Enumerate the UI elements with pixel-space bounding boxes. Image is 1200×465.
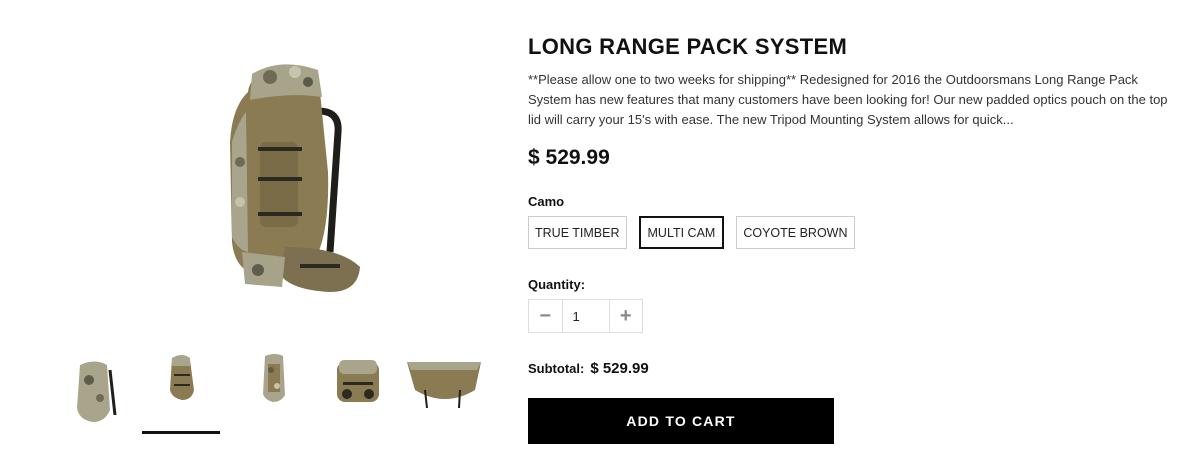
subtotal-row: Subtotal: $ 529.99: [528, 360, 1178, 377]
thumbnail-4[interactable]: [325, 350, 403, 428]
quantity-input[interactable]: [561, 300, 610, 332]
variant-true-timber[interactable]: TRUE TIMBER: [528, 216, 627, 249]
quantity-label: Quantity:: [528, 277, 586, 292]
subtotal-value: $ 529.99: [590, 360, 649, 377]
thumbnail-1[interactable]: [55, 350, 133, 428]
quantity-stepper: − +: [528, 299, 643, 333]
variant-multi-cam[interactable]: MULTI CAM: [638, 216, 725, 249]
product-description: **Please allow one to two weeks for ship…: [528, 72, 1168, 127]
thumbnail-image: [337, 360, 379, 402]
thumbnail-image: [263, 354, 285, 402]
quantity-decrease-button[interactable]: −: [529, 300, 562, 332]
product-gallery: [0, 0, 500, 465]
thumbnail-2[interactable]: [142, 350, 220, 434]
thumbnail-image: [77, 361, 117, 422]
thumbnail-image: [407, 362, 481, 409]
thumbnail-strip: [55, 350, 495, 434]
thumbnail-5[interactable]: [405, 350, 483, 428]
main-product-image[interactable]: [190, 52, 390, 302]
camo-option-label: Camo: [528, 194, 565, 209]
variant-coyote-brown[interactable]: COYOTE BROWN: [736, 216, 855, 249]
product-title: LONG RANGE PACK SYSTEM: [528, 34, 848, 59]
thumbnail-image: [170, 355, 194, 400]
add-to-cart-button[interactable]: ADD TO CART: [528, 398, 834, 444]
product-details: LONG RANGE PACK SYSTEM **Please allow on…: [528, 34, 1178, 444]
product-price: $ 529.99: [528, 146, 610, 169]
backpack-side-image: [230, 64, 360, 292]
subtotal-label: Subtotal:: [528, 361, 585, 376]
quantity-increase-button[interactable]: +: [610, 300, 643, 332]
camo-variant-selector: TRUE TIMBER MULTI CAM COYOTE BROWN: [528, 216, 1178, 249]
thumbnail-3[interactable]: [235, 350, 313, 428]
